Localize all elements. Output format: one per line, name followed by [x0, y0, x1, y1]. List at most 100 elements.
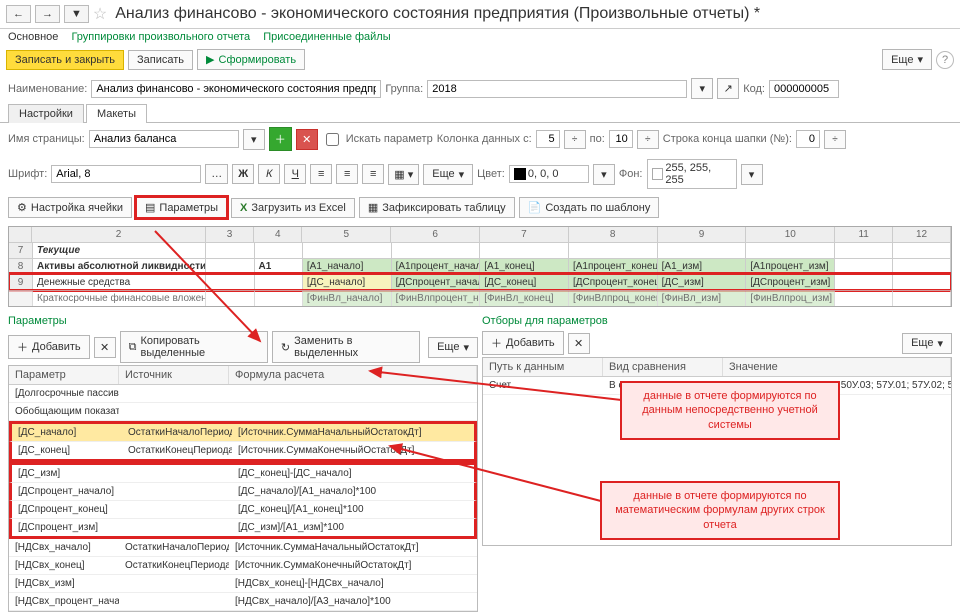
save-close-button[interactable]: Записать и закрыть — [6, 50, 124, 70]
col-3[interactable]: 3 — [206, 227, 254, 242]
template-button[interactable]: 📄 Создать по шаблону — [519, 197, 660, 218]
row-9[interactable]: 9 — [9, 275, 33, 290]
name-input[interactable] — [91, 80, 381, 98]
param-row[interactable]: [ДС_изм][ДС_конец]-[ДС_начало] — [9, 462, 477, 483]
align-center-button[interactable]: ≡ — [336, 164, 358, 184]
colfrom-input[interactable] — [536, 130, 560, 148]
group-dropdown[interactable]: ▾ — [691, 78, 713, 99]
col-10[interactable]: 10 — [746, 227, 835, 242]
borders-button[interactable]: ▦ ▾ — [388, 164, 419, 185]
col-5[interactable]: 5 — [302, 227, 391, 242]
group-label: Группа: — [385, 83, 423, 95]
param-row[interactable]: [ДСпроцент_изм][ДС_изм]/[А1_изм]*100 — [9, 519, 477, 539]
param-add-button[interactable]: ＋ Добавить — [8, 335, 90, 359]
color-dd[interactable]: ▾ — [593, 164, 615, 185]
cell[interactable]: Текущие — [33, 243, 206, 258]
param-row[interactable]: [НДСвх_конец]ОстаткиКонецПериода...[Исто… — [9, 557, 477, 575]
tab-main[interactable]: Основное — [8, 31, 58, 43]
param-row[interactable]: [НДСвх_процент_начало][НДСвх_начало]/[А3… — [9, 593, 477, 611]
bg-dd[interactable]: ▾ — [741, 164, 763, 185]
colfrom-label: Колонка данных с: — [437, 133, 532, 145]
back-button[interactable]: ← — [6, 5, 31, 23]
excel-button[interactable]: X Загрузить из Excel — [231, 198, 355, 218]
filter-del-button[interactable]: ✕ — [568, 333, 590, 354]
pagename-input[interactable] — [89, 130, 239, 148]
group-open[interactable]: ↗ — [717, 78, 739, 99]
font-more-button[interactable]: Еще ▾ — [423, 164, 473, 185]
align-left-button[interactable]: ≡ — [310, 164, 332, 184]
spin2[interactable]: ÷ — [637, 130, 659, 149]
param-copy-button[interactable]: ⧉ Копировать выделенные — [120, 331, 268, 363]
page-dd[interactable]: ▾ — [243, 129, 265, 150]
tab-settings[interactable]: Настройки — [8, 104, 84, 123]
param-row[interactable]: Обобщающим показат... — [9, 403, 477, 421]
filter-more-button[interactable]: Еще ▾ — [902, 333, 952, 354]
form-button[interactable]: ▶Сформировать — [197, 49, 305, 70]
params-grid[interactable]: Параметр Источник Формула расчета [Долго… — [8, 365, 478, 612]
save-button[interactable]: Записать — [128, 50, 193, 70]
col-source[interactable]: Источник — [119, 366, 229, 384]
nav-dropdown[interactable]: ▼ — [64, 5, 89, 23]
tab-groupings[interactable]: Группировки произвольного отчета — [71, 31, 250, 43]
row-7[interactable]: 7 — [9, 243, 33, 258]
align-right-button[interactable]: ≡ — [362, 164, 384, 184]
bg-value: 255, 255, 255 — [665, 162, 731, 186]
col-formula[interactable]: Формула расчета — [229, 366, 477, 384]
col-value[interactable]: Значение — [723, 358, 951, 376]
filters-title: Отборы для параметров — [482, 315, 952, 327]
spin3[interactable]: ÷ — [824, 130, 846, 149]
col-9[interactable]: 9 — [658, 227, 747, 242]
param-row[interactable]: [НДСвх_изм][НДСвх_конец]-[НДСвх_начало] — [9, 575, 477, 593]
add-page-button[interactable]: ＋ — [269, 127, 292, 151]
spin1[interactable]: ÷ — [564, 130, 586, 149]
more-button[interactable]: Еще ▾ — [882, 49, 932, 70]
col-4[interactable]: 4 — [254, 227, 302, 242]
code-input[interactable] — [769, 80, 839, 98]
col-7[interactable]: 7 — [480, 227, 569, 242]
param-row[interactable]: [ДС_начало]ОстаткиНачалоПериод...[Источн… — [9, 421, 477, 442]
search-param-checkbox[interactable] — [326, 133, 339, 146]
row-10[interactable] — [9, 291, 33, 306]
param-row[interactable]: [ДС_конец]ОстаткиКонецПериода...[Источни… — [9, 442, 477, 462]
callout-1: данные в отчете формируются по данным не… — [620, 381, 840, 440]
to-label: по: — [590, 133, 605, 145]
bold-button[interactable]: Ж — [232, 164, 254, 184]
tab-attachments[interactable]: Присоединенные файлы — [263, 31, 390, 43]
star-icon[interactable]: ☆ — [93, 4, 107, 24]
cell[interactable]: Денежные средства — [33, 275, 206, 290]
font-pick[interactable]: … — [205, 164, 228, 184]
cell-settings-button[interactable]: ⚙ Настройка ячейки — [8, 197, 132, 218]
params-button[interactable]: ▤ Параметры — [136, 197, 227, 218]
col-param[interactable]: Параметр — [9, 366, 119, 384]
filter-path[interactable]: Счет — [483, 377, 603, 394]
del-page-button[interactable]: ✕ — [296, 129, 318, 150]
row-8[interactable]: 8 — [9, 259, 33, 274]
param-del-button[interactable]: ✕ — [94, 337, 116, 358]
help-icon[interactable]: ? — [936, 51, 954, 69]
colto-input[interactable] — [609, 130, 633, 148]
font-input[interactable] — [51, 165, 201, 183]
col-2[interactable]: 2 — [32, 227, 206, 242]
col-path[interactable]: Путь к данным — [483, 358, 603, 376]
underline-button[interactable]: Ч — [284, 164, 306, 184]
col-8[interactable]: 8 — [569, 227, 658, 242]
param-row[interactable]: [ДСпроцент_конец][ДС_конец]/[А1_конец]*1… — [9, 501, 477, 519]
col-11[interactable]: 11 — [835, 227, 893, 242]
param-replace-button[interactable]: ↻ Заменить в выделенных — [272, 331, 420, 363]
group-input[interactable] — [427, 80, 687, 98]
col-compare[interactable]: Вид сравнения — [603, 358, 723, 376]
tab-layouts[interactable]: Макеты — [86, 104, 147, 123]
param-row[interactable]: [ДСпроцент_начало][ДС_начало]/[А1_начало… — [9, 483, 477, 501]
fix-table-button[interactable]: ▦ Зафиксировать таблицу — [359, 197, 515, 218]
spreadsheet[interactable]: 2 3 4 5 6 7 8 9 10 11 12 7 Текущие 8 Акт… — [8, 226, 952, 307]
filter-add-button[interactable]: ＋ Добавить — [482, 331, 564, 355]
col-6[interactable]: 6 — [391, 227, 480, 242]
cell[interactable]: Активы абсолютной ликвидности — [33, 259, 206, 274]
param-row[interactable]: [Долгосрочные пассивы (кр... — [9, 385, 477, 403]
endrow-input[interactable] — [796, 130, 820, 148]
param-more-button[interactable]: Еще ▾ — [428, 337, 478, 358]
col-12[interactable]: 12 — [893, 227, 951, 242]
fwd-button[interactable]: → — [35, 5, 60, 23]
italic-button[interactable]: К — [258, 164, 280, 184]
param-row[interactable]: [НДСвх_начало]ОстаткиНачалоПериод...[Ист… — [9, 539, 477, 557]
